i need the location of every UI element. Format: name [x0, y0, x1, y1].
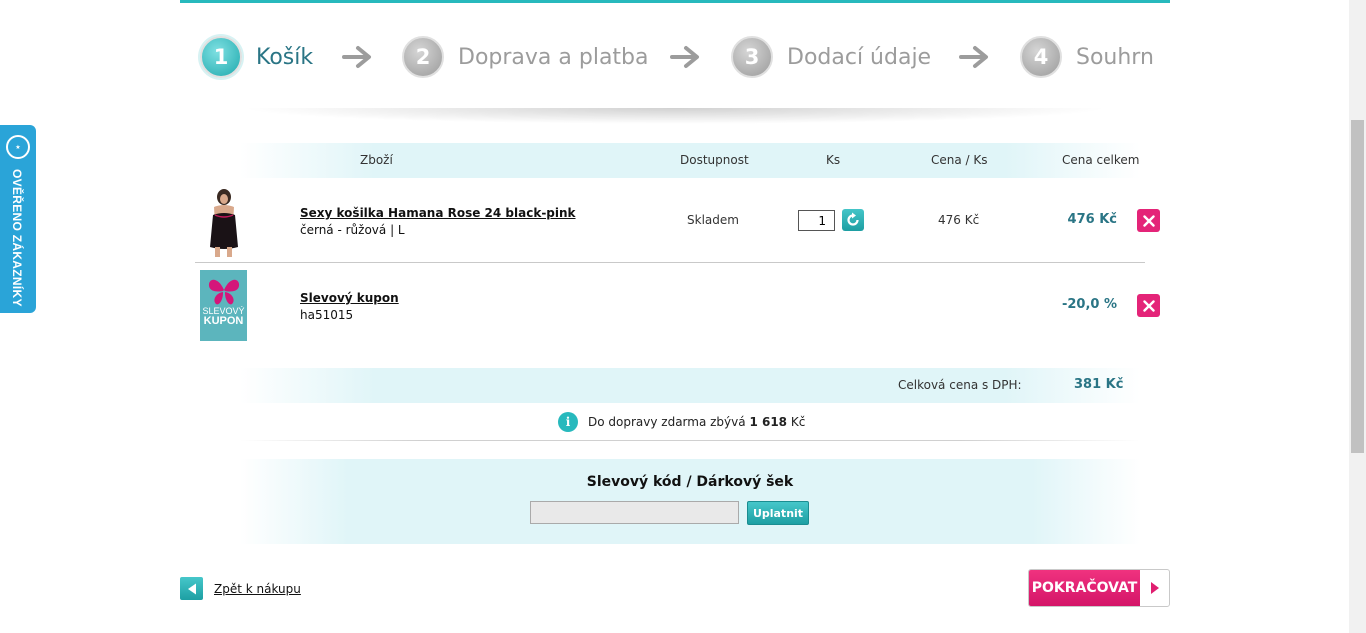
apply-coupon-button[interactable]: Uplatnit	[747, 501, 809, 525]
continue-button[interactable]: POKRAČOVAT	[1028, 569, 1170, 607]
product-variant: černá - růžová | L	[300, 223, 405, 237]
free-shipping-text: Do dopravy zdarma zbývá	[588, 415, 746, 429]
header-availability: Dostupnost	[680, 153, 749, 167]
close-icon	[1142, 214, 1155, 227]
remove-item-button[interactable]	[1137, 209, 1160, 232]
step-number-badge: 1	[200, 36, 242, 78]
coupon-thumb-text: SLEVOVÝ KUPON	[202, 306, 244, 327]
butterfly-icon	[208, 279, 239, 305]
total-value: 381 Kč	[1074, 377, 1124, 392]
arrow-right-icon	[959, 46, 988, 68]
play-arrow-icon	[1140, 570, 1169, 606]
divider	[240, 440, 1140, 441]
free-shipping-info: i Do dopravy zdarma zbývá 1 618 Kč	[558, 412, 805, 432]
step-label: Doprava a platba	[458, 44, 649, 70]
coupon-code-title: Slevový kód / Dárkový šek	[586, 474, 794, 490]
arrow-right-icon	[342, 46, 371, 68]
arrow-right-icon	[670, 46, 699, 68]
back-to-shopping-link[interactable]: Zpět k nákupu	[214, 582, 301, 596]
steps-divider-shadow	[240, 108, 1110, 124]
coupon-code-input[interactable]	[530, 501, 739, 524]
scrollbar-thumb[interactable]	[1351, 120, 1364, 453]
page-scrollbar[interactable]	[1349, 0, 1366, 633]
cart-row-product: Sexy košilka Hamana Rose 24 black-pink č…	[195, 180, 1160, 263]
remove-coupon-button[interactable]	[1137, 294, 1160, 317]
product-availability: Skladem	[687, 213, 739, 227]
step-cart[interactable]: 1 Košík	[200, 36, 313, 78]
header-quantity: Ks	[826, 153, 841, 167]
continue-button-label: POKRAČOVAT	[1029, 570, 1140, 606]
free-shipping-amount: 1 618	[749, 415, 788, 429]
step-label: Dodací údaje	[787, 44, 932, 70]
coupon-name-link[interactable]: Slevový kupon	[300, 291, 399, 305]
quantity-input[interactable]	[798, 210, 835, 231]
step-label: Košík	[256, 44, 314, 70]
total-label: Celková cena s DPH:	[898, 378, 1022, 392]
cart-table-header: Zboží Dostupnost Ks Cena / Ks Cena celke…	[240, 143, 1140, 178]
cart-total-bar: Celková cena s DPH: 381 Kč	[240, 368, 1140, 403]
close-icon	[1142, 299, 1155, 312]
refresh-quantity-button[interactable]	[842, 209, 864, 231]
coupon-code: ha51015	[300, 308, 354, 322]
product-thumbnail[interactable]	[200, 185, 244, 257]
free-shipping-currency: Kč	[790, 415, 806, 429]
product-total-price: 476 Kč	[1067, 212, 1117, 227]
step-number-badge: 3	[731, 36, 773, 78]
coupon-thumbnail: SLEVOVÝ KUPON	[200, 270, 247, 341]
heureka-seal-icon: ★	[6, 135, 30, 159]
step-summary[interactable]: 4 Souhrn	[1020, 36, 1154, 78]
step-number-badge: 2	[402, 36, 444, 78]
coupon-code-box: Slevový kód / Dárkový šek Uplatnit	[240, 459, 1140, 544]
header-total-price: Cena celkem	[1062, 153, 1140, 167]
arrow-left-icon	[180, 577, 203, 600]
cart-row-coupon: SLEVOVÝ KUPON Slevový kupon ha51015 -20,…	[195, 264, 1160, 348]
product-name-link[interactable]: Sexy košilka Hamana Rose 24 black-pink	[300, 206, 576, 220]
top-accent-line	[180, 0, 1170, 3]
checkout-steps: 1 Košík 2 Doprava a platba 3 Dodací údaj…	[180, 36, 1170, 86]
verified-by-customers-badge[interactable]: ★ OVĚŘENO ZÁKAZNÍKY	[0, 125, 36, 313]
step-shipping-payment[interactable]: 2 Doprava a platba	[402, 36, 649, 78]
product-unit-price: 476 Kč	[938, 213, 980, 227]
step-label: Souhrn	[1076, 44, 1154, 70]
coupon-thumb-line2: KUPON	[203, 315, 244, 327]
info-icon: i	[558, 412, 578, 432]
refresh-icon	[847, 212, 859, 226]
back-to-shopping[interactable]: Zpět k nákupu	[180, 577, 301, 600]
badge-label: OVĚŘENO ZÁKAZNÍKY	[10, 169, 24, 307]
header-unit-price: Cena / Ks	[931, 153, 988, 167]
step-delivery-details[interactable]: 3 Dodací údaje	[731, 36, 931, 78]
step-number-badge: 4	[1020, 36, 1062, 78]
coupon-discount: -20,0 %	[1061, 297, 1117, 312]
header-product: Zboží	[360, 153, 393, 167]
